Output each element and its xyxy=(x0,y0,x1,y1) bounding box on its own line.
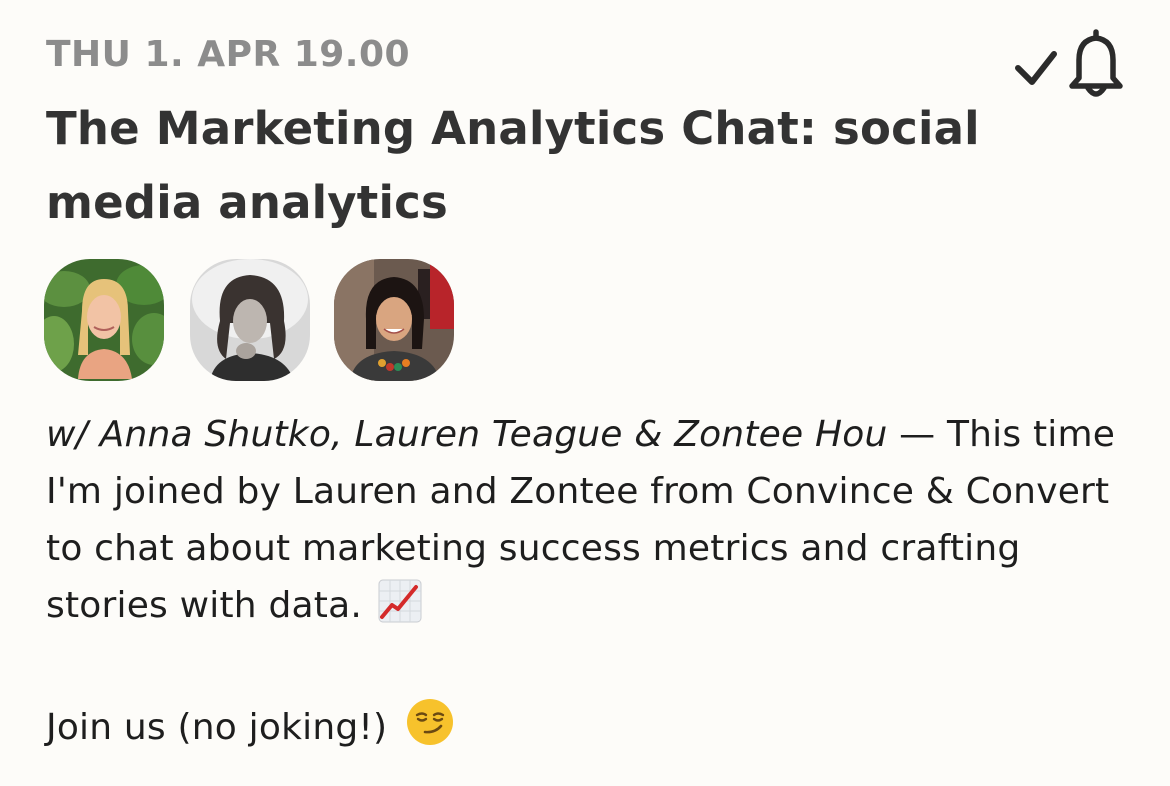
event-card[interactable]: THU 1. APR 19.00 The Marketing Analytics… xyxy=(0,0,1170,786)
avatar[interactable] xyxy=(190,259,310,381)
event-date: THU 1. APR 19.00 xyxy=(46,34,411,75)
smirking-face-icon xyxy=(405,697,455,764)
event-actions xyxy=(1012,28,1128,102)
speaker-names: w/ Anna Shutko, Lauren Teague & Zontee H… xyxy=(46,414,888,455)
event-title: The Marketing Analytics Chat: social med… xyxy=(46,102,980,229)
event-description: w/ Anna Shutko, Lauren Teague & Zontee H… xyxy=(46,406,1126,764)
avatar[interactable] xyxy=(44,259,164,381)
chart-increasing-icon xyxy=(378,579,422,640)
check-icon[interactable] xyxy=(1015,51,1057,85)
avatar[interactable] xyxy=(334,259,454,381)
bell-icon[interactable] xyxy=(1069,29,1123,97)
join-text: Join us (no joking!) xyxy=(46,707,388,748)
